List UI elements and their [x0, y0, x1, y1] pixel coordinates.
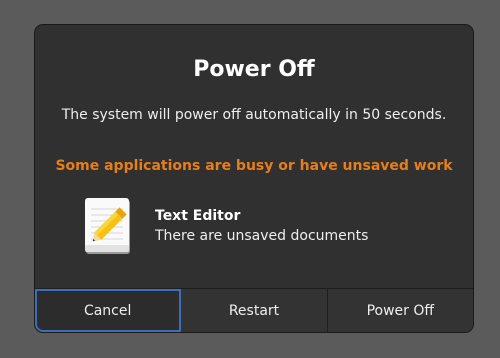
restart-button[interactable]: Restart	[181, 289, 328, 332]
app-list-item: Text Editor There are unsaved documents	[83, 195, 463, 257]
dialog-message: The system will power off automatically …	[61, 107, 447, 123]
unsaved-work-warning: Some applications are busy or have unsav…	[55, 158, 453, 174]
text-editor-icon	[83, 197, 133, 255]
cancel-button[interactable]: Cancel	[35, 289, 182, 332]
dialog-title: Power Off	[193, 57, 315, 82]
power-off-button[interactable]: Power Off	[327, 289, 473, 332]
app-status: There are unsaved documents	[155, 228, 369, 244]
power-off-dialog: Power Off The system will power off auto…	[34, 24, 474, 333]
app-name: Text Editor	[155, 208, 241, 224]
dialog-button-bar: Cancel Restart Power Off	[35, 288, 473, 332]
